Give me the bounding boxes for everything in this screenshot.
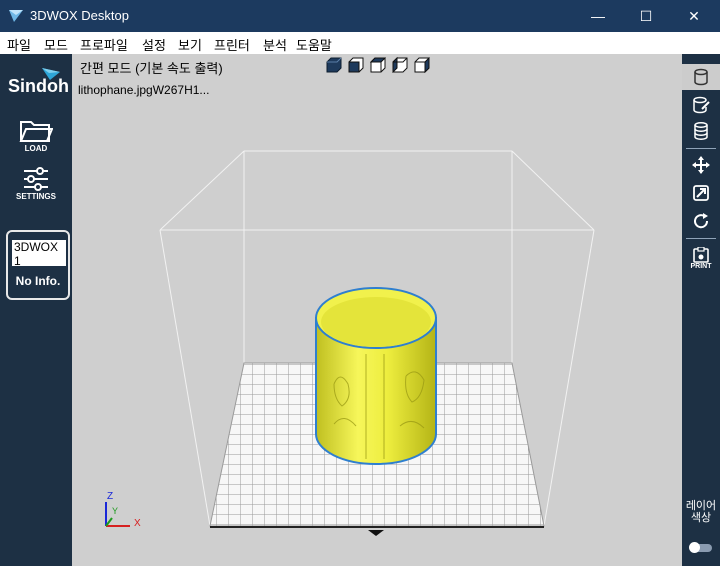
model-edit-button[interactable] (682, 92, 720, 118)
sliders-icon (24, 167, 48, 191)
toggle-knob (689, 542, 700, 553)
settings-label: SETTINGS (15, 192, 56, 201)
3d-viewport[interactable]: Z X Y 간편 모드 (기본 속도 출력) lithophane.jpgW26… (72, 54, 682, 566)
scale-button[interactable] (682, 180, 720, 206)
model-view-button[interactable] (682, 64, 720, 90)
right-toolbar: PRINT 레이어 색상 (682, 54, 720, 566)
menu-analysis[interactable]: 분석 (263, 35, 287, 54)
print-button[interactable]: PRINT (682, 242, 720, 274)
axis-gizmo: Z X Y (105, 491, 141, 529)
layer-color-toggle[interactable] (689, 542, 712, 553)
left-sidebar: Sindoh LOAD SETTINGS 3DWOX 1 No Info. (0, 54, 72, 566)
loaded-file-name: lithophane.jpgW267H1... (78, 83, 210, 97)
view-right-icon[interactable] (414, 57, 430, 73)
menu-profile[interactable]: 프로파일 (80, 35, 128, 54)
title-bar: 3DWOX Desktop — ☐ ✕ (0, 0, 720, 32)
bed-front-marker (368, 530, 384, 536)
database-icon (694, 122, 708, 140)
layers-button[interactable] (682, 118, 720, 144)
view-front-icon[interactable] (348, 57, 364, 73)
window-title: 3DWOX Desktop (30, 8, 129, 23)
load-button[interactable]: LOAD (8, 116, 64, 156)
build-volume-scene: Z X Y (105, 150, 595, 536)
axis-y-label: Y (112, 506, 118, 516)
axis-x-label: X (134, 518, 141, 529)
move-button[interactable] (682, 152, 720, 178)
device-card[interactable]: 3DWOX 1 No Info. (6, 230, 70, 300)
menu-mode[interactable]: 모드 (44, 35, 68, 54)
toolbar-divider (686, 148, 716, 149)
menu-settings[interactable]: 설정 (142, 35, 166, 54)
cylinder-icon (694, 68, 708, 86)
3dwox-app-icon (9, 10, 23, 22)
device-status: No Info. (15, 274, 61, 288)
maximize-button[interactable]: ☐ (622, 0, 670, 32)
view-top-icon[interactable] (370, 57, 386, 73)
layer-color-label: 레이어 색상 (685, 500, 717, 524)
menu-file[interactable]: 파일 (7, 35, 31, 54)
minimize-button[interactable]: — (574, 0, 622, 32)
menu-printer[interactable]: 프린터 (214, 35, 250, 54)
settings-button[interactable]: SETTINGS (8, 166, 64, 206)
axis-z-label: Z (107, 491, 113, 502)
folder-icon (19, 121, 53, 142)
rotate-icon (694, 213, 709, 229)
move-icon (692, 156, 710, 174)
view-left-icon[interactable] (392, 57, 408, 73)
view-3d-icon[interactable] (326, 57, 342, 73)
toolbar-divider (686, 238, 716, 239)
print-label: PRINT (690, 262, 712, 270)
close-button[interactable]: ✕ (670, 0, 718, 32)
cylinder-edit-icon (693, 96, 710, 114)
print-icon (693, 246, 709, 263)
lithophane-model[interactable] (315, 287, 437, 465)
device-name: 3DWOX 1 (12, 240, 66, 266)
mode-indicator[interactable]: 간편 모드 (기본 속도 출력) (80, 58, 223, 77)
rotate-button[interactable] (682, 208, 720, 234)
scale-icon (693, 185, 709, 201)
load-label: LOAD (24, 144, 48, 153)
menu-help[interactable]: 도움말 (296, 35, 332, 54)
menu-bar: 파일 모드 프로파일 설정 보기 프린터 분석 도움말 (0, 32, 720, 54)
menu-view[interactable]: 보기 (178, 35, 202, 54)
sindoh-logo: Sindoh (8, 76, 69, 96)
